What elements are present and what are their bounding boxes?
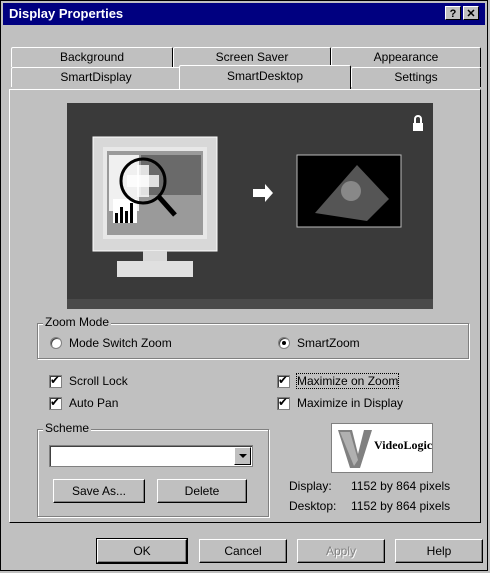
apply-label: Apply <box>325 544 357 558</box>
cancel-label: Cancel <box>224 544 262 558</box>
tab-background[interactable]: Background <box>11 47 173 67</box>
tab-smartdisplay-label: SmartDisplay <box>60 70 132 84</box>
close-title-button[interactable]: ✕ <box>463 6 479 20</box>
tab-screen-saver[interactable]: Screen Saver <box>173 47 331 67</box>
tab-settings-label: Settings <box>394 70 438 84</box>
ok-button[interactable]: OK <box>96 538 188 564</box>
tab-smartdesktop[interactable]: SmartDesktop <box>179 65 351 89</box>
help-label: Help <box>426 544 452 558</box>
help-button[interactable]: Help <box>395 539 483 563</box>
display-properties-window: Display Properties ? ✕ Background Screen… <box>0 0 488 571</box>
tab-smartdisplay[interactable]: SmartDisplay <box>11 67 181 87</box>
tab-background-label: Background <box>59 50 125 64</box>
tab-screen-saver-label: Screen Saver <box>215 50 289 64</box>
help-title-button[interactable]: ? <box>445 6 461 20</box>
tab-panel <box>9 89 481 523</box>
title-bar[interactable]: Display Properties ? ✕ <box>3 3 485 25</box>
tab-smartdesktop-label: SmartDesktop <box>226 69 304 83</box>
apply-button[interactable]: Apply <box>297 539 385 563</box>
cancel-button[interactable]: Cancel <box>199 539 287 563</box>
window-title: Display Properties <box>9 6 124 21</box>
ok-label: OK <box>133 544 151 558</box>
tab-appearance-label: Appearance <box>373 50 439 64</box>
tab-appearance[interactable]: Appearance <box>331 47 481 67</box>
tab-settings[interactable]: Settings <box>351 67 481 87</box>
